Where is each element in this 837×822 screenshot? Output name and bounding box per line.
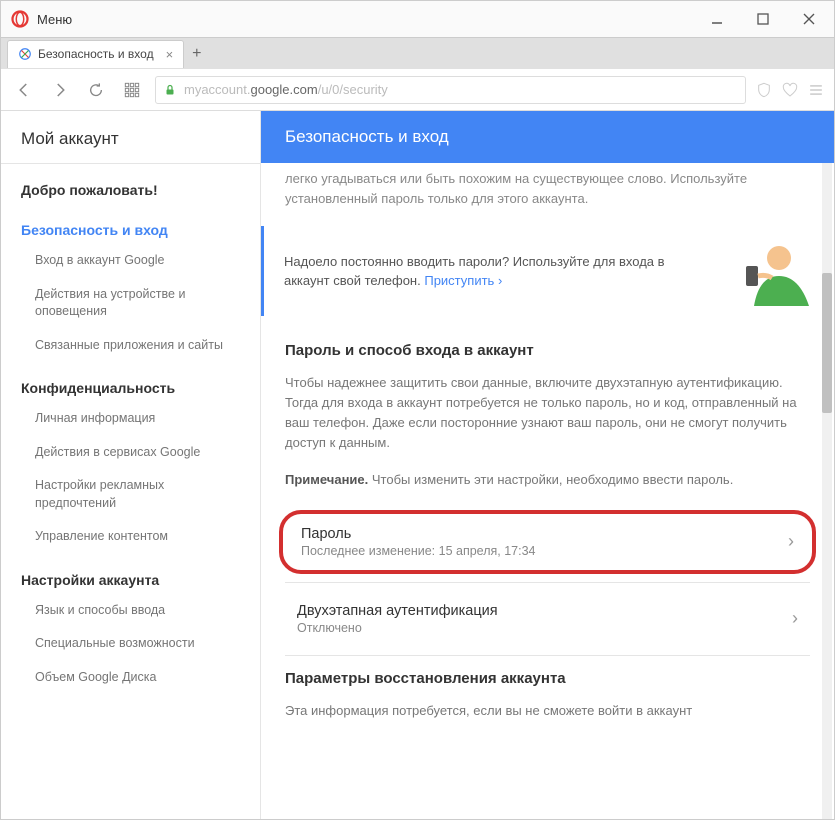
menu-button[interactable]: Меню	[37, 12, 72, 27]
sidebar-subitem[interactable]: Связанные приложения и сайты	[1, 329, 260, 363]
password-section-text: Чтобы надежнее защитить свои данные, вкл…	[261, 369, 834, 466]
sidebar-title: Мой аккаунт	[1, 111, 260, 164]
sidebar-welcome[interactable]: Добро пожаловать!	[1, 164, 260, 204]
password-note: Примечание. Чтобы изменить эти настройки…	[261, 466, 834, 502]
speed-dial-button[interactable]	[119, 77, 145, 103]
url-bar[interactable]: myaccount.google.com/u/0/security	[155, 76, 746, 104]
main-content: легко угадываться или быть похожим на су…	[261, 163, 834, 819]
sidebar-subitem[interactable]: Действия в сервисах Google	[1, 436, 260, 470]
tab-title: Безопасность и вход	[38, 47, 154, 61]
window-minimize-button[interactable]	[694, 1, 740, 37]
sidebar-subitem[interactable]: Настройки рекламных предпочтений	[1, 469, 260, 520]
password-row-title: Пароль	[301, 526, 536, 542]
sidebar-subitem[interactable]: Вход в аккаунт Google	[1, 244, 260, 278]
page-title: Безопасность и вход	[261, 111, 834, 163]
heart-icon[interactable]	[782, 82, 798, 98]
window-close-button[interactable]	[786, 1, 832, 37]
tab-close-button[interactable]: ×	[166, 47, 174, 62]
sidebar: Мой аккаунт Добро пожаловать! Безопаснос…	[1, 111, 261, 819]
twostep-row-title: Двухэтапная аутентификация	[297, 603, 498, 619]
shield-icon[interactable]	[756, 82, 772, 98]
divider	[285, 582, 810, 583]
twostep-row-subtitle: Отключено	[297, 621, 498, 635]
sidebar-subitem[interactable]: Управление контентом	[1, 520, 260, 554]
tab-active[interactable]: Безопасность и вход ×	[7, 40, 184, 68]
reload-button[interactable]	[83, 77, 109, 103]
url-text: myaccount.google.com/u/0/security	[184, 82, 388, 97]
opera-icon	[11, 10, 29, 28]
scrollbar-thumb[interactable]	[822, 273, 832, 413]
window-maximize-button[interactable]	[740, 1, 786, 37]
password-row-subtitle: Последнее изменение: 15 апреля, 17:34	[301, 544, 536, 558]
chevron-right-icon: ›	[792, 608, 798, 629]
google-favicon	[18, 47, 32, 61]
titlebar: Меню	[1, 1, 834, 37]
sidebar-item-security[interactable]: Безопасность и вход	[1, 204, 260, 244]
sidebar-subitem[interactable]: Специальные возможности	[1, 627, 260, 661]
recovery-section-title: Параметры восстановления аккаунта	[261, 664, 834, 697]
new-tab-button[interactable]: +	[192, 45, 201, 63]
twostep-row[interactable]: Двухэтапная аутентификация Отключено ›	[279, 591, 816, 647]
forward-button[interactable]	[47, 77, 73, 103]
menu-icon[interactable]	[808, 83, 824, 97]
sidebar-subitem[interactable]: Язык и способы ввода	[1, 594, 260, 628]
divider	[285, 655, 810, 656]
promo-link[interactable]: Приступить ›	[424, 273, 502, 288]
chevron-right-icon: ›	[788, 531, 794, 552]
phone-signin-promo: Надоело постоянно вводить пароли? Исполь…	[261, 226, 834, 316]
lock-icon	[164, 83, 176, 97]
intro-text: легко угадываться или быть похожим на су…	[261, 163, 834, 220]
password-row[interactable]: Пароль Последнее изменение: 15 апреля, 1…	[279, 510, 816, 574]
sidebar-subitem[interactable]: Объем Google Диска	[1, 661, 260, 695]
sidebar-item-privacy[interactable]: Конфиденциальность	[1, 362, 260, 402]
sidebar-item-settings[interactable]: Настройки аккаунта	[1, 554, 260, 594]
sidebar-subitem[interactable]: Действия на устройстве и оповещения	[1, 278, 260, 329]
scrollbar[interactable]	[822, 163, 832, 819]
navbar: myaccount.google.com/u/0/security	[1, 69, 834, 111]
tabbar: Безопасность и вход × +	[1, 37, 834, 69]
sidebar-subitem[interactable]: Личная информация	[1, 402, 260, 436]
back-button[interactable]	[11, 77, 37, 103]
phone-user-illustration	[724, 236, 814, 306]
chevron-right-icon: ›	[498, 273, 502, 288]
recovery-section-text: Эта информация потребуется, если вы не с…	[261, 697, 834, 733]
password-section-title: Пароль и способ входа в аккаунт	[261, 336, 834, 369]
